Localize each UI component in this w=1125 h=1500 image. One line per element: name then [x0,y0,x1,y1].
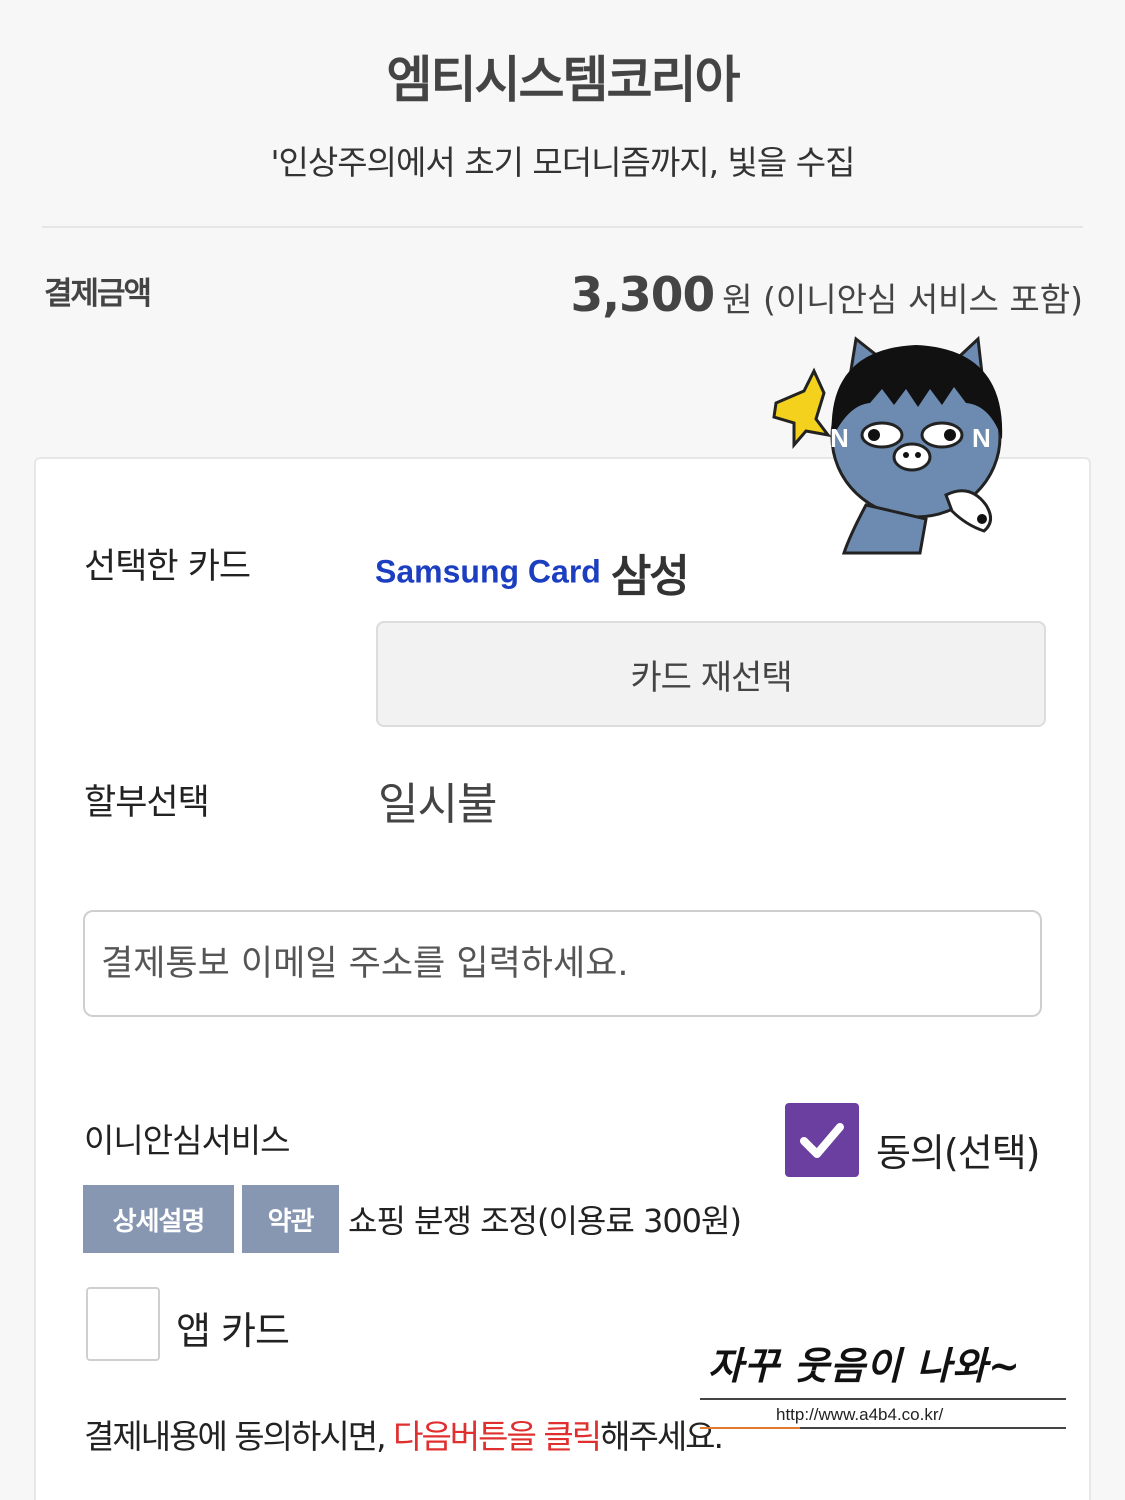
installment-select[interactable]: 일시불 [378,768,497,832]
watermark-text: 자꾸 웃음이 나와~ [708,1343,1022,1388]
merchant-name: 엠티시스템코리아 [386,51,741,109]
card-brand-name: 삼성 [610,551,690,602]
svg-text:N: N [830,423,849,453]
notice-prefix: 결제내용에 동의하시면, [84,1417,394,1456]
watermark-line [700,1398,1066,1400]
payment-header: 엠티시스템코리아 '인상주의에서 초기 모더니즘까지, 빛을 수집 [0,0,1125,228]
email-input[interactable] [83,910,1042,1017]
cat-character-sticker-icon: N N [772,335,1003,555]
safe-service-agree-checkbox[interactable] [785,1103,859,1177]
header-divider [42,226,1083,228]
app-card-checkbox[interactable] [86,1287,160,1361]
selected-card-brand: Samsung Card 삼성 [375,540,690,604]
notice-highlight: 다음버튼을 클릭 [393,1417,602,1456]
service-detail-button[interactable]: 상세설명 [83,1185,234,1253]
selected-card-label: 선택한 카드 [84,547,251,587]
amount-label: 결제금액 [44,276,152,312]
amount-unit: 원 (이니안심 서비스 포함) [722,280,1083,319]
amount-value: 3,300 [570,268,716,323]
service-description: 쇼핑 분쟁 조정(이용료 300원) [348,1202,742,1240]
samsung-card-logo: Samsung Card [375,553,601,590]
safe-service-title: 이니안심서비스 [84,1121,291,1160]
check-icon [800,1123,844,1158]
payment-notice: 결제내용에 동의하시면, 다음버튼을 클릭해주세요. [84,1410,724,1458]
watermark-line-accent [700,1427,800,1429]
amount-display: 3,300 원 (이니안심 서비스 포함) [571,268,1084,323]
app-card-label[interactable]: 앱 카드 [176,1300,290,1355]
watermark: 자꾸 웃음이 나와~ http://www.a4b4.co.kr/ [700,1335,1066,1435]
product-name: '인상주의에서 초기 모더니즘까지, 빛을 수집 [270,143,855,182]
watermark-url: http://www.a4b4.co.kr/ [776,1405,944,1424]
installment-label: 할부선택 [84,783,210,823]
card-reselect-button[interactable]: 카드 재선택 [376,621,1046,727]
safe-service-agree-label[interactable]: 동의(선택) [876,1122,1040,1177]
svg-text:N: N [972,423,991,453]
service-terms-button[interactable]: 약관 [242,1185,339,1253]
